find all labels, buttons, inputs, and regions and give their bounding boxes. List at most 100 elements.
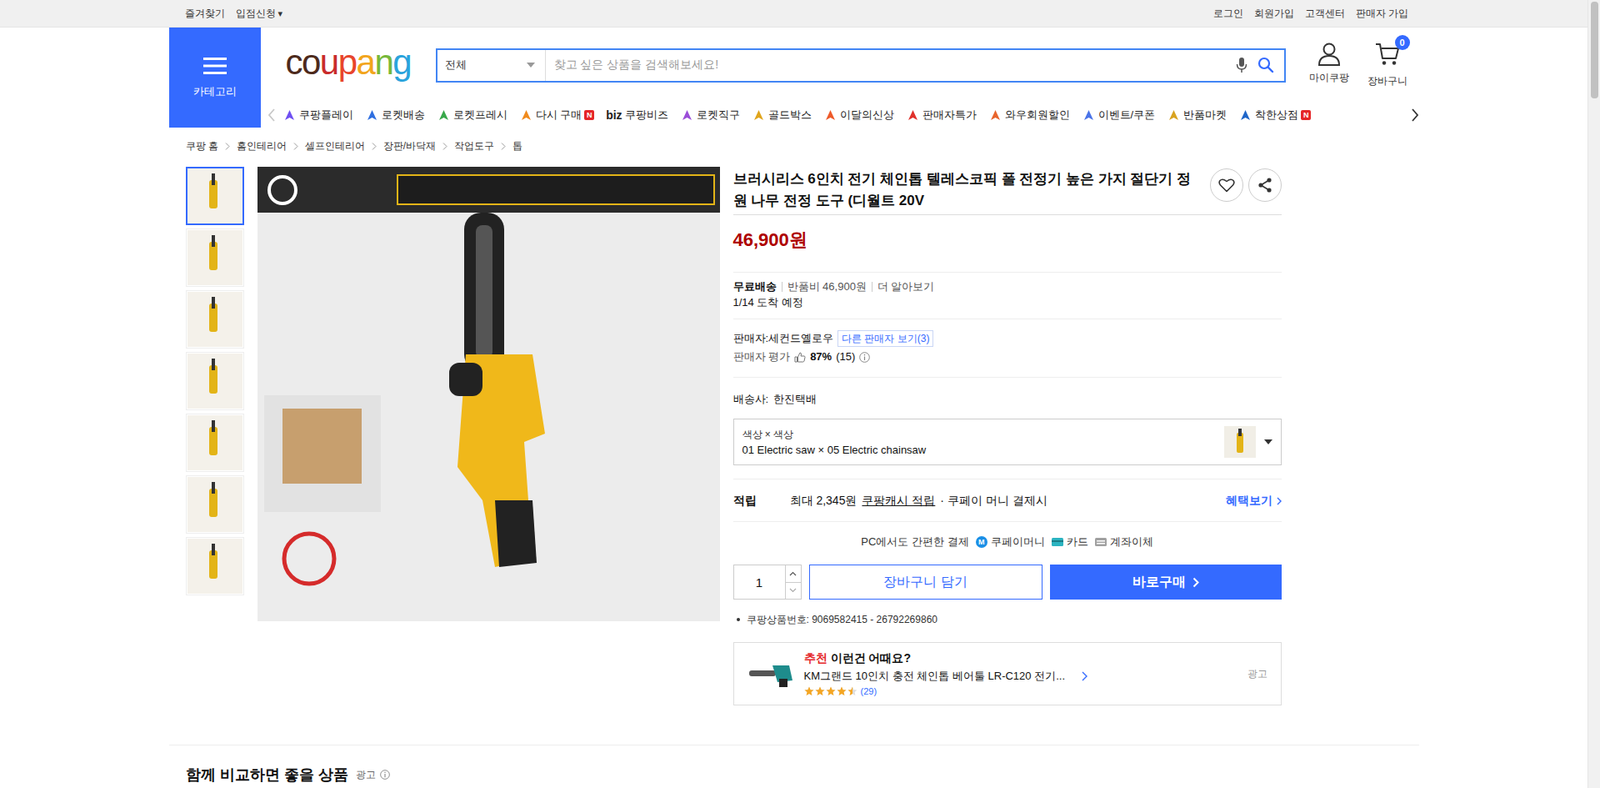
breadcrumb-item[interactable]: 톱 — [512, 139, 523, 153]
bank-icon — [1095, 537, 1107, 546]
breadcrumb-item[interactable]: 셀프인테리어 — [305, 139, 365, 153]
product-main-image[interactable] — [257, 166, 720, 621]
cash-link[interactable]: 쿠팡캐시 적립 — [861, 492, 935, 509]
nav-item[interactable]: 와우회원할인 — [988, 107, 1070, 123]
ad-label: 광고 — [1247, 666, 1268, 681]
star-rating — [804, 685, 858, 696]
top-bar-link[interactable]: 입점신청▾ — [235, 6, 284, 21]
page: 즐겨찾기 입점신청▾ 로그인 회원가입 고객센터 판매자 가입 카테고리 coupang… — [0, 0, 1600, 788]
purchase-row: 1 장바구니 담기 바로구매 — [733, 564, 1282, 600]
recommendation-card[interactable]: 추천이런건 어때요? KM그랜드 10인치 충전 체인톱 베어툴 LR-C120… — [733, 641, 1282, 705]
breadcrumb-separator-icon — [293, 142, 299, 150]
coupay-icon: M — [975, 535, 988, 548]
buy-now-button[interactable]: 바로구매 — [1050, 564, 1282, 600]
other-sellers-link[interactable]: 다른 판매자 보기(3) — [837, 330, 934, 347]
nav-item[interactable]: 로켓직구 — [680, 107, 740, 123]
star-icon — [825, 685, 836, 696]
cart-count-badge: 0 — [1395, 35, 1410, 50]
search-icon[interactable] — [1257, 56, 1275, 74]
star-icon — [836, 685, 847, 696]
product-title: 브러시리스 6인치 전기 체인톱 텔레스코픽 폴 전정기 높은 가지 절단기 정… — [733, 168, 1210, 212]
star-icon — [847, 685, 853, 696]
nav-item[interactable]: 판매자특가 — [905, 107, 977, 123]
quantity-up-button[interactable] — [785, 565, 801, 582]
search-scope-select[interactable]: 전체 — [437, 50, 546, 81]
chevron-right-icon — [1192, 576, 1200, 588]
page-content: 즐겨찾기 입점신청▾ 로그인 회원가입 고객센터 판매자 가입 카테고리 coupang… — [0, 0, 1588, 788]
nav-item[interactable]: 골드박스 — [751, 107, 812, 123]
breadcrumb-item[interactable]: 쿠팡 홈 — [185, 139, 219, 153]
nav-item[interactable]: 반품마켓 — [1166, 107, 1227, 123]
payment-method: M 쿠페이머니 — [975, 534, 1045, 550]
microphone-icon[interactable] — [1235, 56, 1248, 74]
top-bar-link[interactable]: 로그인 — [1213, 6, 1244, 21]
breadcrumb: 쿠팡 홈 홈인테리어 셀프인테리어 장판/바닥재 작업도구 톱 — [169, 127, 1420, 167]
nav-item-icon — [519, 108, 534, 123]
nav-bar: 쿠팡플레이 로켓배송 로켓프레시 다시 구매 N biz 쿠팡비즈 로켓직구 골드… — [260, 102, 1420, 128]
search-bar: 전체 찾고 싶은 상품을 검색해보세요! — [435, 48, 1286, 83]
chevron-right-icon — [1081, 670, 1088, 681]
product-photo — [187, 230, 243, 285]
scrollbar-thumb[interactable] — [1590, 1, 1599, 99]
breadcrumb-item[interactable]: 홈인테리어 — [236, 139, 287, 153]
breadcrumb-separator-icon — [442, 142, 448, 150]
thumbs-up-icon — [794, 351, 806, 363]
product-price: 46,900원 — [733, 229, 808, 250]
nav-item[interactable]: 로켓배송 — [365, 107, 425, 123]
person-icon — [1316, 41, 1342, 67]
thumbnail[interactable] — [185, 166, 245, 225]
logo[interactable]: coupang — [285, 45, 413, 85]
breadcrumb-item[interactable]: 장판/바닥재 — [383, 139, 436, 153]
thumbnail-list — [185, 166, 245, 595]
scrollbar[interactable] — [1587, 0, 1600, 788]
my-coupang-button[interactable]: 마이쿠팡 — [1309, 41, 1350, 89]
nav-item-icon — [365, 108, 380, 123]
carrier-info: 배송사:한진택배 — [733, 390, 1282, 408]
nav-item[interactable]: 로켓프레시 — [436, 107, 508, 123]
top-bar-link[interactable]: 회원가입 — [1254, 6, 1295, 21]
section-title: 함께 비교하면 좋을 상품 — [185, 765, 349, 784]
top-bar-link[interactable]: 즐겨찾기 — [185, 6, 225, 21]
search-input[interactable]: 찾고 싶은 상품을 검색해보세요! — [545, 57, 1236, 73]
thumbnail[interactable] — [185, 475, 245, 534]
thumbnail[interactable] — [185, 536, 245, 595]
nav-item[interactable]: 쿠팡플레이 — [282, 107, 354, 123]
chevron-left-icon[interactable] — [267, 108, 276, 122]
option-select[interactable]: 색상 × 색상 01 Electric saw × 05 Electric ch… — [733, 418, 1282, 465]
product-photo — [187, 353, 243, 409]
top-bar-link[interactable]: 판매자 가입 — [1355, 6, 1409, 21]
top-bar-link[interactable]: 고객센터 — [1305, 6, 1345, 21]
chevron-down-icon — [789, 587, 797, 593]
quantity-down-button[interactable] — [785, 581, 801, 600]
star-icon — [815, 685, 825, 696]
reward-info: 적립 최대 2,345원 쿠팡캐시 적립 · 쿠페이 머니 결제시 혜택보기 — [733, 479, 1282, 522]
info-icon[interactable] — [380, 769, 390, 780]
quantity-input[interactable]: 1 — [733, 564, 802, 600]
thumbnail[interactable] — [185, 413, 245, 472]
wishlist-button[interactable] — [1210, 168, 1244, 202]
thumbnail[interactable] — [185, 351, 245, 410]
add-to-cart-button[interactable]: 장바구니 담기 — [809, 564, 1043, 600]
category-button[interactable]: 카테고리 — [169, 27, 261, 128]
chevron-right-icon — [1276, 496, 1282, 505]
info-icon[interactable] — [859, 351, 870, 363]
product-photo — [187, 291, 243, 347]
compare-section: 함께 비교하면 좋을 상품 광고 — [169, 744, 1420, 784]
heart-icon — [1218, 177, 1235, 193]
header: 카테고리 coupang 전체 찾고 싶은 상품을 검색해보세요! 마이쿠팡 0… — [169, 27, 1420, 128]
cart-button[interactable]: 0 장바구니 — [1367, 41, 1408, 89]
share-button[interactable] — [1248, 168, 1282, 202]
breadcrumb-item[interactable]: 작업도구 — [454, 139, 495, 153]
benefit-link[interactable]: 혜택보기 — [1225, 492, 1282, 509]
nav-item[interactable]: 이달의신상 — [823, 107, 895, 123]
chevron-right-icon[interactable] — [1410, 108, 1420, 122]
nav-item[interactable]: biz 쿠팡비즈 — [605, 107, 668, 123]
nav-item[interactable]: 다시 구매 N — [519, 107, 595, 123]
more-link[interactable]: 더 알아보기 — [871, 281, 935, 292]
nav-item[interactable]: 이벤트/쿠폰 — [1081, 107, 1156, 123]
caret-down-icon — [526, 62, 535, 68]
product-number: 쿠팡상품번호: 9069582415 - 26792269860 — [733, 611, 1282, 627]
nav-item[interactable]: 착한상점 N — [1238, 107, 1311, 123]
thumbnail[interactable] — [185, 228, 245, 287]
thumbnail[interactable] — [185, 290, 245, 349]
